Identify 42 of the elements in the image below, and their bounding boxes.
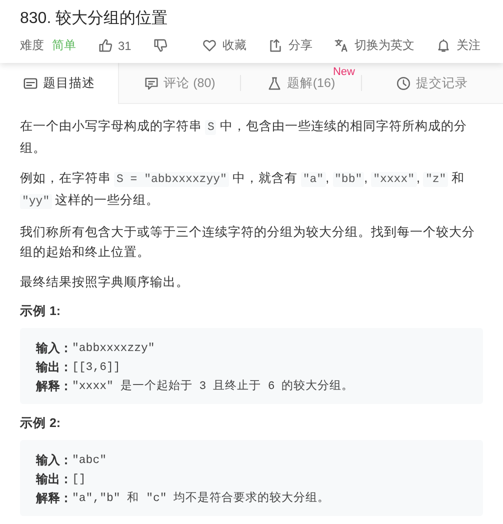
clock-icon <box>396 76 411 90</box>
difficulty-label: 难度 <box>20 37 44 54</box>
description-paragraph: 最终结果按照字典顺序输出。 <box>20 274 190 291</box>
thumbs-down-icon <box>153 38 168 53</box>
share-button[interactable]: 分享 <box>268 37 312 54</box>
translate-icon <box>334 38 350 53</box>
description-paragraph: 我们称所有包含大于或等于三个连续字符的分组为较大分组。找到每一个较大分组的起始和终止位置。 <box>20 224 476 261</box>
thumbs-up-icon <box>98 38 113 53</box>
description-paragraph: 在一个由小写字母构成的字符串 S 中，包含由一些连续的相同字符所构成的分组。 <box>20 118 468 157</box>
flask-icon <box>266 76 282 90</box>
example-label: 解释： <box>36 490 72 507</box>
dislike-button[interactable] <box>153 38 168 53</box>
example-label: 输入： <box>36 340 72 357</box>
example-value: [[3,6]] <box>72 360 120 376</box>
description-paragraph: 例如，在字符串 S = "abbxxxxzyy" 中，就含有 "a" , "bb" , "xxxx" , "z" 和 "yy" 这样的一些分组。 <box>20 170 466 211</box>
like-button[interactable]: 31 <box>98 38 132 53</box>
example-value: "abbxxxxzzy" <box>72 341 155 357</box>
share-icon <box>268 38 284 53</box>
example-value: [] <box>72 472 86 488</box>
tab[interactable]: 评论 (80) <box>119 63 240 103</box>
example-label: 解释： <box>36 378 72 395</box>
follow-button[interactable]: 关注 <box>436 37 480 54</box>
example-heading: 示例 2: <box>20 415 62 432</box>
example-label: 输入： <box>36 452 72 469</box>
difficulty-value: 简单 <box>52 37 76 54</box>
example-heading: 示例 1: <box>20 303 62 320</box>
example-label: 输出： <box>36 359 72 376</box>
heart-icon <box>202 38 218 53</box>
example-value: "xxxx" 是一个起始于 3 且终止于 6 的较大分组。 <box>72 378 354 395</box>
tab[interactable]: 题目描述 <box>0 63 119 104</box>
card-icon <box>23 76 38 91</box>
example-value: "abc" <box>72 453 107 469</box>
translate-button[interactable]: 切换为英文 <box>334 37 414 54</box>
tab[interactable]: 题解(16) New <box>241 63 361 103</box>
new-label: New <box>332 66 355 78</box>
example-value: "a","b" 和 "c" 均不是符合要求的较大分组。 <box>72 490 330 507</box>
tab[interactable]: 提交记录 <box>362 63 502 103</box>
favorite-button[interactable]: 收藏 <box>202 37 246 54</box>
bell-icon <box>436 38 452 53</box>
problem-title: 830. 较大分组的位置 <box>20 8 169 29</box>
example-label: 输出： <box>36 471 72 488</box>
comment-icon <box>144 76 159 90</box>
